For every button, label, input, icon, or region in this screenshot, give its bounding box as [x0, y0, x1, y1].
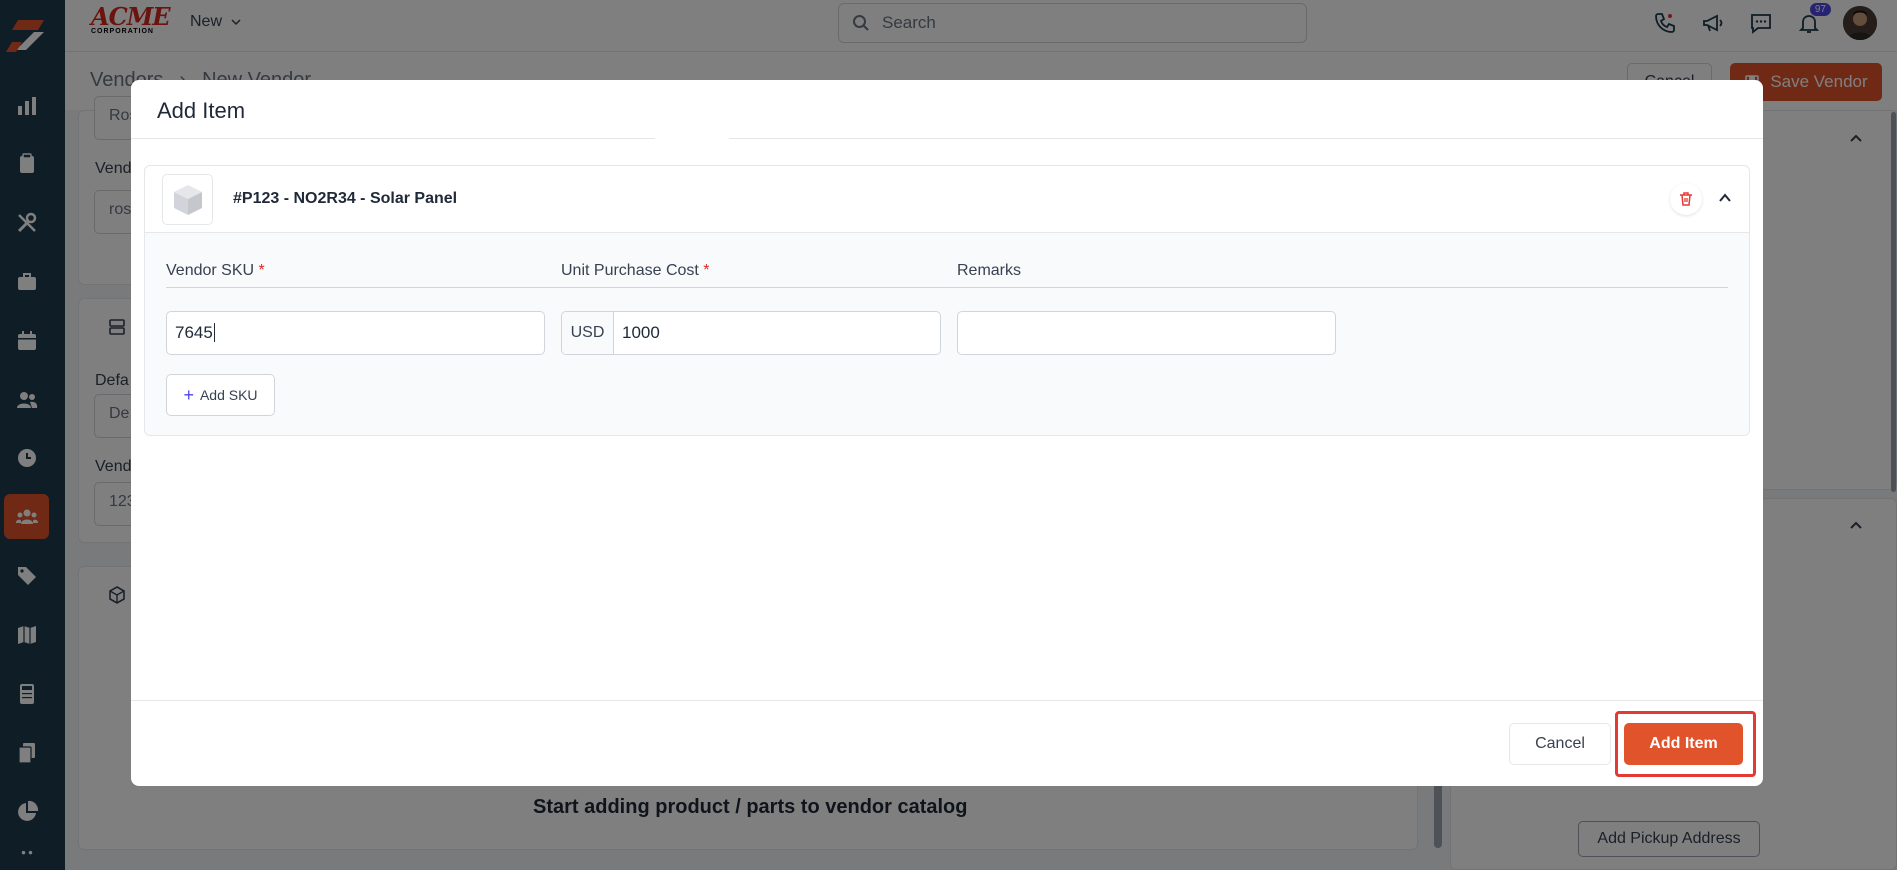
remarks-input[interactable]: [957, 311, 1336, 355]
unit-cost-value: 1000: [622, 323, 660, 342]
delete-item-button[interactable]: [1670, 183, 1702, 215]
unit-cost-label-text: Unit Purchase Cost: [561, 262, 699, 279]
add-item-modal: Add Item #P123 - NO2R34 - Solar Panel Ve…: [131, 80, 1763, 786]
unit-cost-input[interactable]: USD 1000: [561, 311, 941, 355]
modal-title: Add Item: [157, 98, 246, 123]
add-item-button[interactable]: Add Item: [1624, 723, 1743, 765]
item-card: #P123 - NO2R34 - Solar Panel Vendor SKU …: [144, 165, 1750, 436]
item-card-header[interactable]: #P123 - NO2R34 - Solar Panel: [145, 166, 1749, 233]
modal-footer-divider: [131, 700, 1763, 701]
add-item-label: Add Item: [1649, 735, 1718, 752]
collapse-item-button[interactable]: [1713, 186, 1737, 210]
vendor-sku-input[interactable]: 7645: [166, 311, 545, 355]
cancel-label: Cancel: [1535, 735, 1585, 752]
currency-prefix: USD: [562, 312, 614, 354]
vendor-sku-value: 7645: [175, 323, 213, 342]
text-cursor: [213, 323, 215, 342]
product-thumbnail: [162, 174, 213, 225]
add-sku-label: Add SKU: [199, 387, 258, 403]
required-mark: *: [703, 262, 710, 279]
columns-divider: [166, 287, 1728, 288]
vendor-sku-label-text: Vendor SKU: [166, 262, 255, 279]
item-title: #P123 - NO2R34 - Solar Panel: [233, 190, 458, 207]
remarks-label: Remarks: [957, 262, 1022, 279]
box-icon: [173, 184, 202, 215]
required-mark: *: [258, 262, 265, 279]
chevron-up-icon: [1719, 193, 1731, 202]
modal-header-gap: [655, 136, 729, 140]
plus-icon: +: [183, 384, 194, 405]
vendor-sku-label: Vendor SKU *: [166, 262, 265, 280]
cancel-button[interactable]: Cancel: [1509, 723, 1611, 765]
modal-header-divider: [131, 138, 1763, 139]
trash-icon: [1680, 192, 1692, 206]
add-sku-button[interactable]: + Add SKU: [166, 374, 275, 416]
unit-cost-label: Unit Purchase Cost *: [561, 262, 710, 280]
